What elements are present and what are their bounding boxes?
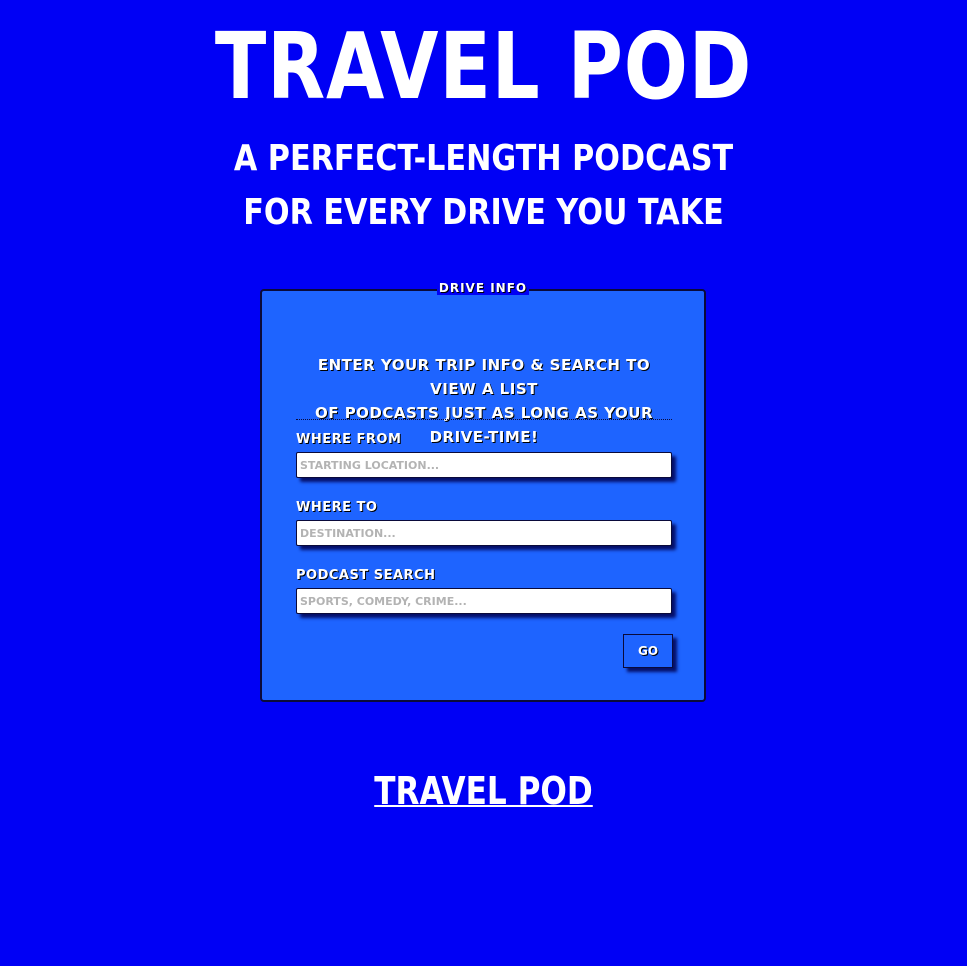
footer: Travel Pod [87,766,880,816]
starting-location-input[interactable] [296,452,672,478]
page: Travel Pod A perfect-length podcast for … [0,0,967,966]
destination-input[interactable] [296,520,672,546]
drive-info-form: Drive Info Enter your trip info & search… [260,281,706,702]
where-from-label: Where From [296,432,402,447]
footer-home-link[interactable]: Travel Pod [374,769,593,813]
tagline-line-1: A perfect-length podcast [233,138,734,179]
form-legend-label: Drive Info [436,281,530,295]
site-title: Travel Pod [214,13,753,120]
go-button[interactable]: GO [623,634,673,668]
podcast-search-input[interactable] [296,588,672,614]
podcast-search-label: Podcast Search [296,568,436,583]
where-to-label: Where To [296,500,378,515]
tagline-line-2: for every drive you take [243,192,724,233]
divider [296,419,672,420]
form-intro-line-1: Enter your trip info & search to view a … [317,356,651,398]
tagline: A perfect-length podcast for every drive… [77,132,889,240]
form-legend: Drive Info [262,281,704,295]
